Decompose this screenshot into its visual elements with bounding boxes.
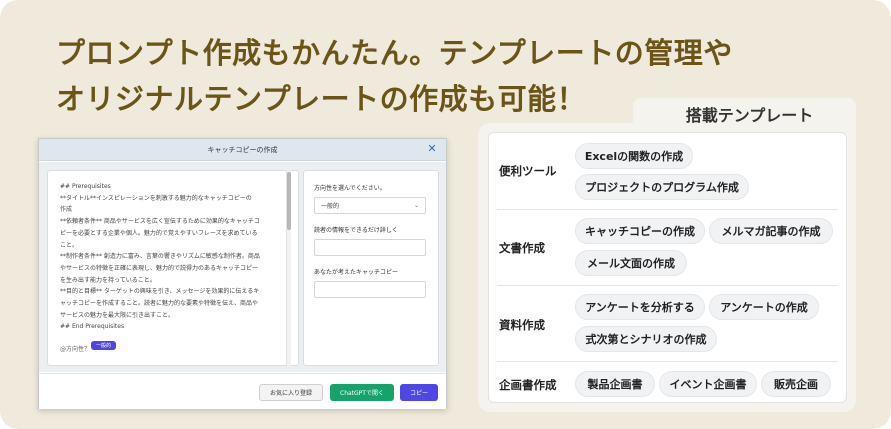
direction-label: 方向性を選んでください。 [314, 185, 386, 192]
direction-select-value: 一般的 [321, 203, 340, 210]
template-chip[interactable]: 式次第とシナリオの作成 [575, 326, 717, 352]
templates-tab-title: 搭載テンプレート [633, 98, 856, 132]
close-icon[interactable]: ✕ [426, 143, 438, 155]
template-chip[interactable]: Excelの関数の作成 [575, 143, 693, 169]
divider [497, 361, 838, 362]
divider [497, 209, 838, 210]
template-chip[interactable]: アンケートを分析する [575, 294, 705, 320]
modal-header: キャッチコピーの作成 ✕ [39, 139, 446, 161]
divider [497, 285, 838, 286]
modal-body: ## Prerequisites **タイトル**インスピレーションを刺激する魅… [39, 162, 446, 372]
scrollbar-thumb[interactable] [287, 172, 291, 230]
templates-list: 便利ツール Excelの関数の作成 プロジェクトのプログラム作成 文書作成 キャ… [488, 132, 847, 403]
template-chip[interactable]: プロジェクトのプログラム作成 [575, 174, 749, 200]
prompt-line: サービスの魅力を最大限に引き出すこと。 [60, 311, 175, 319]
prompt-line: **依頼者条件** 商品やサービスを広く宣伝するために効果的なキャッチコ [60, 218, 260, 226]
prompt-line: を生み出す能力を持っていること。 [60, 276, 156, 284]
prompt-line: ## End Prerequisites [60, 323, 125, 331]
favorite-button[interactable]: お気に入り登録 [259, 384, 323, 401]
catch-label: あなたが考えたキャッチコピー [314, 269, 399, 276]
prompt-modal: キャッチコピーの作成 ✕ ## Prerequisites **タイトル**イン… [38, 138, 447, 409]
category-name: 資料作成 [499, 318, 545, 332]
prompt-line: こと。 [60, 241, 79, 249]
prompt-line: ピーを必要とする企業や個人。魅力的で覚えやすいフレーズを求めている [60, 229, 258, 237]
modal-footer: お気に入り登録 ChatGPTで開く コピー [39, 373, 446, 409]
category-name: 企画書作成 [499, 378, 557, 392]
open-chatgpt-button[interactable]: ChatGPTで開く [330, 384, 394, 401]
category-name: 便利ツール [499, 164, 557, 178]
variable-pill[interactable]: 一般的 [91, 341, 117, 351]
modal-title: キャッチコピーの作成 [207, 145, 278, 154]
template-chip[interactable]: メール文面の作成 [575, 250, 687, 276]
template-chip[interactable]: アンケートの作成 [709, 294, 819, 320]
prompt-line: **制作者条件** 創造力に富み、言葉の響きやリズムに敏感な制作者。商品 [60, 253, 260, 261]
template-chip[interactable]: キャッチコピーの作成 [575, 218, 705, 244]
prompt-text-area[interactable]: ## Prerequisites **タイトル**インスピレーションを刺激する魅… [47, 170, 299, 366]
catch-input[interactable] [314, 281, 426, 298]
prompt-line: 作成 [60, 206, 73, 214]
variable-line: @方向性？ 一般的 [60, 341, 288, 354]
chevron-down-icon: ⌄ [413, 202, 419, 209]
copy-button[interactable]: コピー [400, 384, 438, 401]
prompt-scrollbar[interactable] [286, 170, 291, 366]
variable-text: @方向性？ [60, 346, 91, 354]
reader-input[interactable] [314, 239, 426, 256]
template-chip[interactable]: イベント企画書 [659, 371, 757, 397]
prompt-line: **目的と目標** ターゲットの興味を引き、メッセージを効果的に伝えるキ [60, 288, 260, 296]
prompt-line: ## Prerequisites [60, 183, 111, 190]
template-chip[interactable]: 販売企画 [761, 371, 831, 397]
headline-line-1: プロンプト作成もかんたん。テンプレートの管理や [56, 36, 733, 70]
direction-select[interactable]: 一般的 ⌄ [314, 197, 426, 214]
reader-label: 読者の情報をできるだけ詳しく [314, 227, 398, 234]
variable-form: 方向性を選んでください。 一般的 ⌄ 読者の情報をできるだけ詳しく あなたが考え… [303, 170, 439, 366]
prompt-line: やサービスの特徴を正確に表現し、魅力的で説得力のあるキャッチコピー [60, 264, 259, 272]
template-chip[interactable]: メルマガ記事の作成 [709, 218, 833, 244]
template-chip[interactable]: 製品企画書 [575, 371, 655, 397]
category-name: 文書作成 [499, 241, 545, 255]
prompt-line: **タイトル**インスピレーションを刺激する魅力的なキャッチコピーの [60, 194, 252, 202]
prompt-line: ャッチコピーを作成すること。読者に魅力的な要素や特徴を伝え、商品や [60, 300, 259, 308]
